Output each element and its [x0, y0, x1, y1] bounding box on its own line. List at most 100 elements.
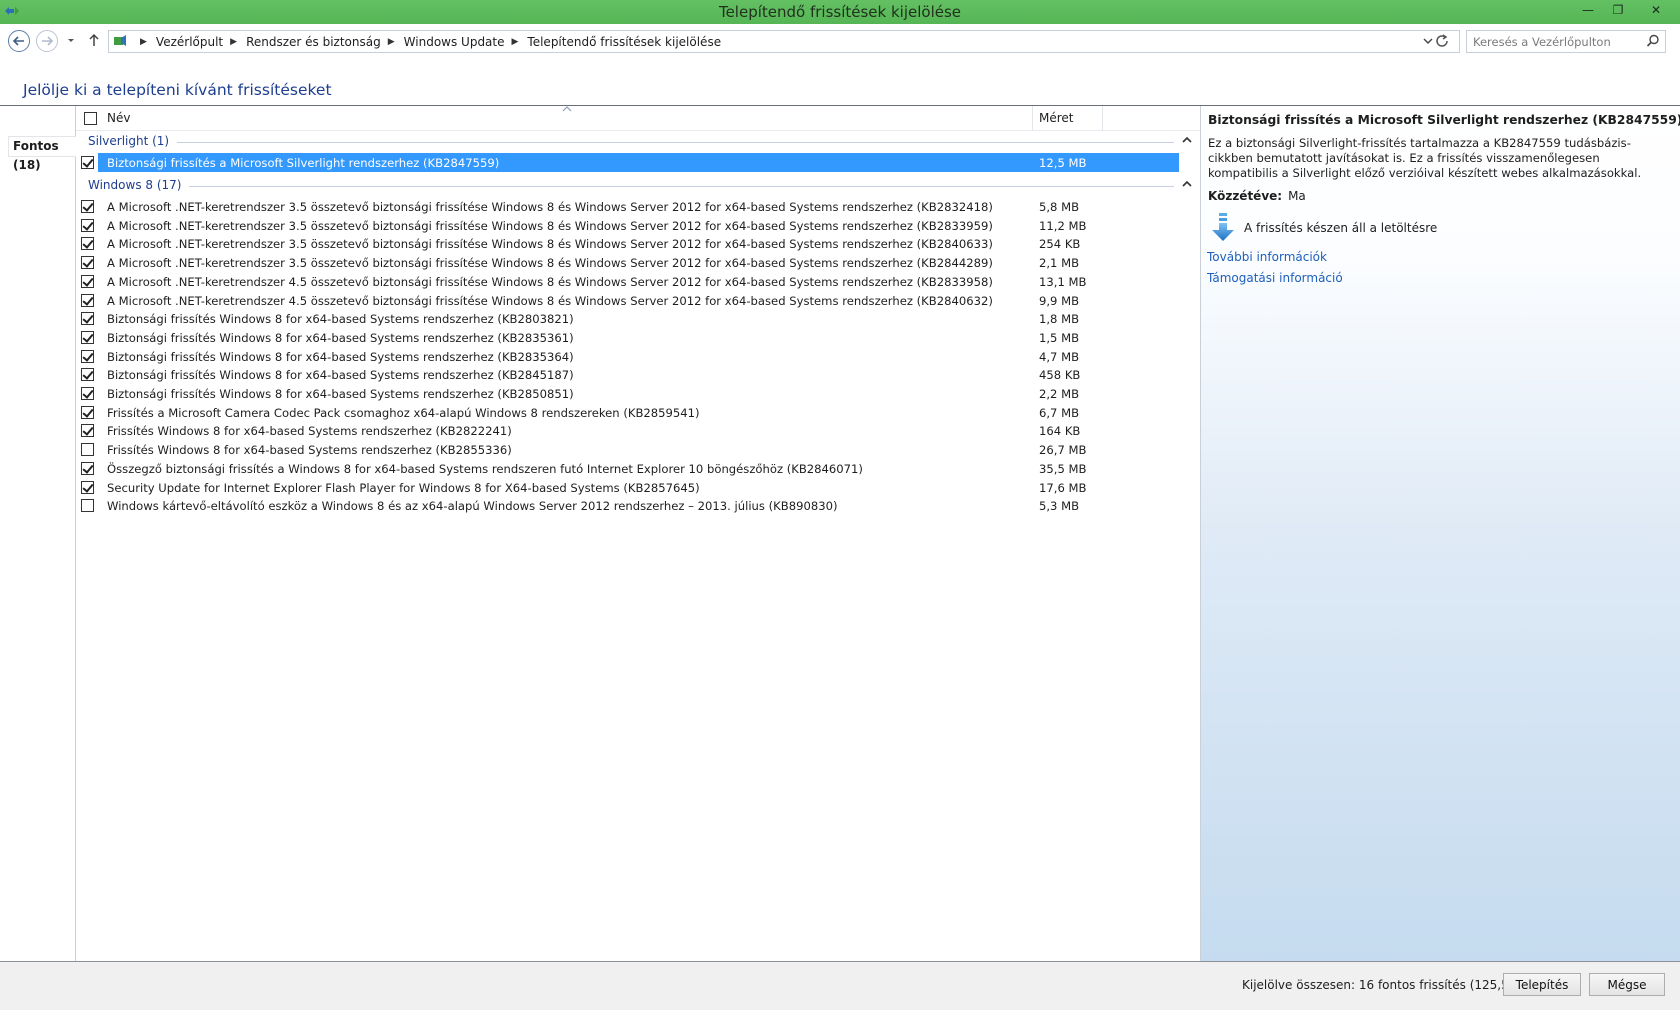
- update-checkbox[interactable]: [81, 368, 94, 382]
- search-icon[interactable]: [1646, 34, 1660, 48]
- update-name: A Microsoft .NET-keretrendszer 3.5 össze…: [107, 256, 993, 271]
- column-header-name[interactable]: Név: [107, 111, 130, 125]
- update-size: 254 KB: [1039, 237, 1081, 252]
- maximize-button[interactable]: ❐: [1603, 0, 1633, 22]
- update-row[interactable]: Biztonsági frissítés Windows 8 for x64-b…: [76, 328, 1200, 348]
- update-name: Security Update for Internet Explorer Fl…: [107, 480, 700, 495]
- collapse-chevron-icon[interactable]: [1182, 180, 1192, 188]
- column-divider[interactable]: [1102, 106, 1103, 131]
- update-row[interactable]: A Microsoft .NET-keretrendszer 3.5 össze…: [76, 197, 1200, 217]
- details-description: Ez a biztonsági Silverlight-frissítés ta…: [1208, 136, 1642, 180]
- update-row[interactable]: Összegző biztonsági frissítés a Windows …: [76, 459, 1200, 479]
- chevron-right-icon[interactable]: ▶: [512, 37, 519, 47]
- search-input[interactable]: [1473, 33, 1638, 50]
- minimize-button[interactable]: —: [1573, 0, 1603, 22]
- update-name: Biztonsági frissítés Windows 8 for x64-b…: [107, 387, 574, 401]
- update-size: 35,5 MB: [1039, 461, 1087, 476]
- cancel-button[interactable]: Mégse: [1589, 973, 1665, 996]
- update-name: A Microsoft .NET-keretrendszer 4.5 össze…: [107, 274, 993, 289]
- update-size: 6,7 MB: [1039, 405, 1080, 420]
- update-size: 11,2 MB: [1039, 218, 1087, 233]
- select-all-checkbox[interactable]: [84, 112, 97, 125]
- arrow-left-icon: [12, 36, 24, 46]
- list-header: Név Méret: [76, 106, 1200, 131]
- update-row[interactable]: A Microsoft .NET-keretrendszer 3.5 össze…: [76, 253, 1200, 273]
- update-name: Frissítés Windows 8 for x64-based System…: [107, 443, 512, 458]
- install-button[interactable]: Telepítés: [1503, 973, 1581, 996]
- selection-summary: Kijelölve összesen: 16 fontos frissítés …: [1242, 978, 1536, 992]
- update-checkbox[interactable]: [81, 200, 94, 213]
- category-tab-important[interactable]: Fontos (18): [8, 136, 76, 172]
- group-header[interactable]: Silverlight (1): [76, 132, 1200, 152]
- published-label: Közzétéve:: [1208, 189, 1283, 203]
- update-checkbox[interactable]: [81, 349, 94, 363]
- refresh-icon[interactable]: [1432, 31, 1452, 51]
- published-value: Ma: [1288, 189, 1306, 203]
- update-checkbox[interactable]: [81, 443, 94, 457]
- update-row[interactable]: Biztonsági frissítés Windows 8 for x64-b…: [76, 347, 1200, 367]
- update-checkbox[interactable]: [81, 218, 94, 232]
- forward-button[interactable]: [36, 30, 58, 52]
- more-info-link[interactable]: További információk: [1207, 250, 1327, 264]
- update-row[interactable]: A Microsoft .NET-keretrendszer 4.5 össze…: [76, 272, 1200, 292]
- title-bar: Telepítendő frissítések kijelölése — ❐ ✕: [0, 0, 1680, 24]
- control-panel-icon: [114, 35, 126, 46]
- update-row[interactable]: Windows kártevő-eltávolító eszköz a Wind…: [76, 496, 1200, 516]
- navigation-bar: ▶ Vezérlőpult ▶ Rendszer és biztonság ▶ …: [0, 26, 1680, 56]
- update-checkbox[interactable]: [81, 237, 94, 251]
- breadcrumb-item[interactable]: Vezérlőpult: [156, 35, 223, 49]
- search-box[interactable]: [1466, 30, 1666, 53]
- update-checkbox[interactable]: [81, 274, 94, 288]
- update-checkbox[interactable]: [81, 156, 94, 169]
- collapse-chevron-icon[interactable]: [1182, 136, 1192, 144]
- update-row[interactable]: Biztonsági frissítés Windows 8 for x64-b…: [76, 384, 1200, 404]
- update-size: 1,5 MB: [1039, 330, 1080, 345]
- breadcrumb-item[interactable]: Rendszer és biztonság: [246, 35, 381, 49]
- up-arrow-icon[interactable]: [86, 32, 102, 48]
- update-checkbox[interactable]: [81, 405, 94, 419]
- update-row[interactable]: Biztonsági frissítés Windows 8 for x64-b…: [76, 365, 1200, 385]
- chevron-right-icon[interactable]: ▶: [230, 37, 237, 47]
- update-name: Biztonsági frissítés Windows 8 for x64-b…: [107, 368, 574, 383]
- update-row[interactable]: A Microsoft .NET-keretrendszer 3.5 össze…: [76, 234, 1200, 254]
- update-size: 17,6 MB: [1039, 480, 1087, 495]
- update-row[interactable]: Frissítés Windows 8 for x64-based System…: [76, 440, 1200, 460]
- update-checkbox[interactable]: [81, 461, 94, 475]
- update-checkbox[interactable]: [81, 387, 94, 400]
- update-checkbox[interactable]: [81, 256, 94, 270]
- breadcrumb-item[interactable]: Telepítendő frissítések kijelölése: [527, 35, 721, 49]
- close-button[interactable]: ✕: [1633, 0, 1679, 22]
- recent-locations-chevron-icon[interactable]: [66, 35, 76, 45]
- update-row[interactable]: Security Update for Internet Explorer Fl…: [76, 478, 1200, 498]
- group-title: Windows 8 (17): [88, 178, 182, 192]
- update-row[interactable]: Biztonsági frissítés Windows 8 for x64-b…: [76, 309, 1200, 329]
- breadcrumb-item[interactable]: Windows Update: [404, 35, 505, 49]
- update-row[interactable]: Frissítés a Microsoft Camera Codec Pack …: [76, 403, 1200, 423]
- update-name: Frissítés Windows 8 for x64-based System…: [107, 424, 512, 439]
- update-checkbox[interactable]: [81, 293, 94, 307]
- details-title: Biztonsági frissítés a Microsoft Silverl…: [1208, 113, 1680, 127]
- column-divider[interactable]: [1032, 106, 1033, 131]
- address-bar[interactable]: ▶ Vezérlőpult ▶ Rendszer és biztonság ▶ …: [108, 30, 1460, 53]
- download-status: A frissítés készen áll a letöltésre: [1244, 221, 1438, 235]
- support-info-link[interactable]: Támogatási információ: [1207, 271, 1343, 285]
- chevron-right-icon[interactable]: ▶: [388, 37, 395, 47]
- arrow-right-icon: [42, 36, 54, 46]
- update-row[interactable]: A Microsoft .NET-keretrendszer 4.5 össze…: [76, 291, 1200, 311]
- update-checkbox[interactable]: [81, 480, 94, 494]
- group-header[interactable]: Windows 8 (17): [76, 176, 1200, 196]
- footer-bar: Kijelölve összesen: 16 fontos frissítés …: [0, 961, 1680, 1010]
- update-size: 164 KB: [1039, 424, 1081, 439]
- update-row[interactable]: A Microsoft .NET-keretrendszer 3.5 össze…: [76, 216, 1200, 236]
- update-checkbox[interactable]: [81, 312, 94, 326]
- column-header-size[interactable]: Méret: [1039, 111, 1074, 125]
- update-row[interactable]: Biztonsági frissítés a Microsoft Silverl…: [76, 153, 1200, 173]
- page-title: Jelölje ki a telepíteni kívánt frissítés…: [23, 81, 332, 99]
- update-name: A Microsoft .NET-keretrendszer 3.5 össze…: [107, 218, 993, 233]
- back-button[interactable]: [8, 30, 30, 52]
- update-checkbox[interactable]: [81, 424, 94, 438]
- update-name: Biztonsági frissítés Windows 8 for x64-b…: [107, 330, 574, 345]
- update-row[interactable]: Frissítés Windows 8 for x64-based System…: [76, 421, 1200, 441]
- update-checkbox[interactable]: [81, 499, 94, 513]
- update-checkbox[interactable]: [81, 330, 94, 344]
